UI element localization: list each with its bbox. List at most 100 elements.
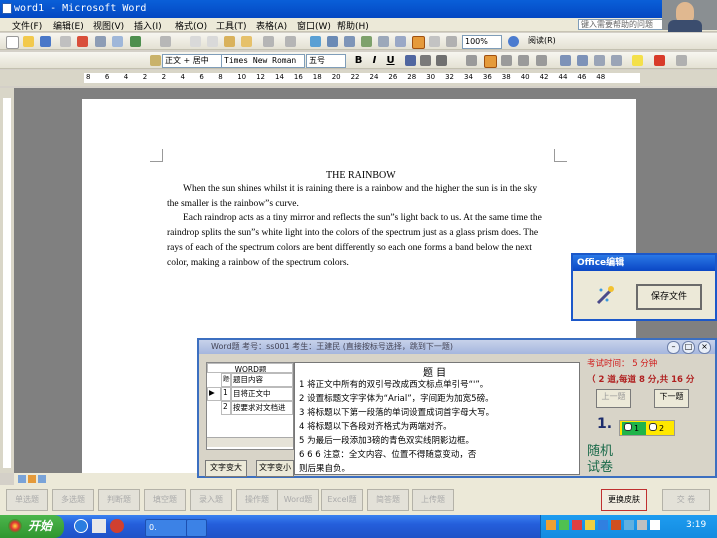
menu-edit[interactable]: 编辑(E) [53, 19, 84, 32]
spelling-icon[interactable] [130, 36, 141, 47]
decrease-indent-icon[interactable] [594, 55, 605, 66]
justify-icon[interactable] [518, 55, 529, 66]
save-file-button[interactable]: 保存文件 [636, 284, 702, 310]
menu-view[interactable]: 视图(V) [93, 19, 124, 32]
char-border-icon[interactable] [405, 55, 416, 66]
research-icon[interactable] [160, 36, 171, 47]
doc-line-2[interactable]: the smaller is the rainbow”s curve. [167, 199, 299, 209]
redo-icon[interactable] [285, 36, 296, 47]
document-title[interactable]: THE RAINBOW [326, 170, 396, 181]
style-select[interactable]: 正文 + 居中 [162, 54, 222, 68]
zoom-select[interactable]: 100% [462, 35, 502, 49]
font-size-select[interactable]: 五号 [306, 54, 346, 68]
help-search-input[interactable]: 键入需要帮助的问题 [578, 19, 666, 30]
numbering-icon[interactable] [560, 55, 571, 66]
bullets-icon[interactable] [577, 55, 588, 66]
open-icon[interactable] [23, 36, 34, 47]
grid-row-num[interactable]: 2 [221, 401, 231, 415]
quicklaunch-icon-2[interactable] [92, 519, 106, 533]
qtype-true-false[interactable]: 判断题 [98, 489, 140, 511]
qtype-excel[interactable]: Excel题 [321, 489, 363, 511]
option-1-radio[interactable]: 1 [622, 422, 646, 435]
text-smaller-button[interactable]: 文字变小 [256, 460, 294, 477]
print-icon[interactable] [95, 36, 106, 47]
increase-indent-icon[interactable] [611, 55, 622, 66]
doc-line-3[interactable]: Each raindrop acts as a tiny mirror and … [183, 213, 542, 223]
submit-exam-button[interactable]: 交 卷 [662, 489, 710, 511]
grid-row-content[interactable]: 目将正文中 [231, 387, 293, 401]
qtype-operation[interactable]: 操作题 [236, 489, 278, 511]
qtype-fill-blank[interactable]: 填空题 [144, 489, 186, 511]
quicklaunch-icon-3[interactable] [110, 519, 124, 533]
align-center-icon[interactable] [484, 55, 497, 68]
format-painter-icon[interactable] [241, 36, 252, 47]
menu-tools[interactable]: 工具(T) [216, 19, 247, 32]
doc-line-4[interactable]: raindrop splits the sun”s white light in… [167, 228, 538, 238]
align-right-icon[interactable] [501, 55, 512, 66]
grid-row-num[interactable]: 1 [221, 387, 231, 401]
taskbar-item[interactable]: 0. [145, 519, 188, 537]
reading-layout-button[interactable]: 阅读(R) [526, 35, 572, 47]
switch-skin-button[interactable]: 更换皮肤 [601, 489, 647, 511]
menu-file[interactable]: 文件(F) [12, 19, 42, 32]
font-select[interactable]: Times New Roman [221, 54, 305, 68]
vertical-ruler[interactable] [0, 88, 14, 473]
doc-line-5[interactable]: rays of each of the spectrum colors are … [167, 243, 532, 253]
doc-line-6[interactable]: color, making a rainbow of the spectrum … [167, 258, 349, 268]
next-question-button[interactable]: 下一题 [654, 389, 689, 408]
tray-icon-4[interactable] [585, 520, 595, 530]
styles-pane-icon[interactable] [150, 55, 161, 66]
show-hide-icon[interactable] [429, 36, 440, 47]
menu-window[interactable]: 窗口(W) [297, 19, 331, 32]
line-spacing-icon[interactable] [536, 55, 547, 66]
tables-borders-icon[interactable] [327, 36, 338, 47]
tray-icon-3[interactable] [572, 520, 582, 530]
tray-icon-5[interactable] [598, 520, 608, 530]
email-icon[interactable] [77, 36, 88, 47]
zoom-icon[interactable] [446, 36, 457, 47]
new-icon[interactable] [6, 36, 19, 49]
document-map-icon[interactable] [412, 36, 425, 49]
grid-scrollbar[interactable] [207, 437, 293, 447]
highlight-icon[interactable] [632, 55, 643, 66]
bold-button[interactable]: B [352, 54, 365, 67]
insert-excel-icon[interactable] [361, 36, 372, 47]
undo-icon[interactable] [263, 36, 274, 47]
cut-icon[interactable] [190, 36, 201, 47]
qtype-multi-choice[interactable]: 多选题 [52, 489, 94, 511]
maximize-button[interactable]: □ [682, 341, 695, 354]
normal-view-icon[interactable] [18, 475, 26, 483]
qtype-word[interactable]: Word题 [277, 489, 319, 511]
qtype-upload[interactable]: 上传题 [412, 489, 454, 511]
help-icon[interactable] [508, 36, 519, 47]
ie-icon[interactable] [74, 519, 88, 533]
align-left-icon[interactable] [466, 55, 477, 66]
qtype-short-answer[interactable]: 简答题 [367, 489, 409, 511]
phonetic-guide-icon[interactable] [676, 55, 687, 66]
underline-button[interactable]: U [384, 54, 397, 67]
tray-icon-7[interactable] [624, 520, 634, 530]
doc-line-1[interactable]: When the sun shines whilst it is raining… [183, 184, 537, 194]
grid-row-content[interactable]: 按要求对文档进 [231, 401, 293, 415]
menu-insert[interactable]: 插入(I) [134, 19, 162, 32]
qtype-single-choice[interactable]: 单选题 [6, 489, 48, 511]
copy-icon[interactable] [207, 36, 218, 47]
menu-format[interactable]: 格式(O) [175, 19, 207, 32]
tray-icon-2[interactable] [559, 520, 569, 530]
save-icon[interactable] [40, 36, 51, 47]
hyperlink-icon[interactable] [310, 36, 321, 47]
print-preview-icon[interactable] [112, 36, 123, 47]
close-button[interactable]: × [698, 341, 711, 354]
tray-icon-1[interactable] [546, 520, 556, 530]
minimize-button[interactable]: – [667, 341, 680, 354]
menu-help[interactable]: 帮助(H) [337, 19, 369, 32]
text-larger-button[interactable]: 文字变大 [205, 460, 247, 477]
drawing-icon[interactable] [395, 36, 406, 47]
italic-button[interactable]: I [368, 54, 381, 67]
taskbar-item-2[interactable] [186, 519, 207, 537]
volume-icon[interactable] [650, 520, 660, 530]
char-scale-icon[interactable] [436, 55, 447, 66]
tray-icon-6[interactable] [611, 520, 621, 530]
tray-icon-8[interactable] [637, 520, 647, 530]
question-grid[interactable]: WORD题 题号 题目内容 ▶ 1 目将正文中 2 按要求对文档进 [206, 362, 294, 450]
